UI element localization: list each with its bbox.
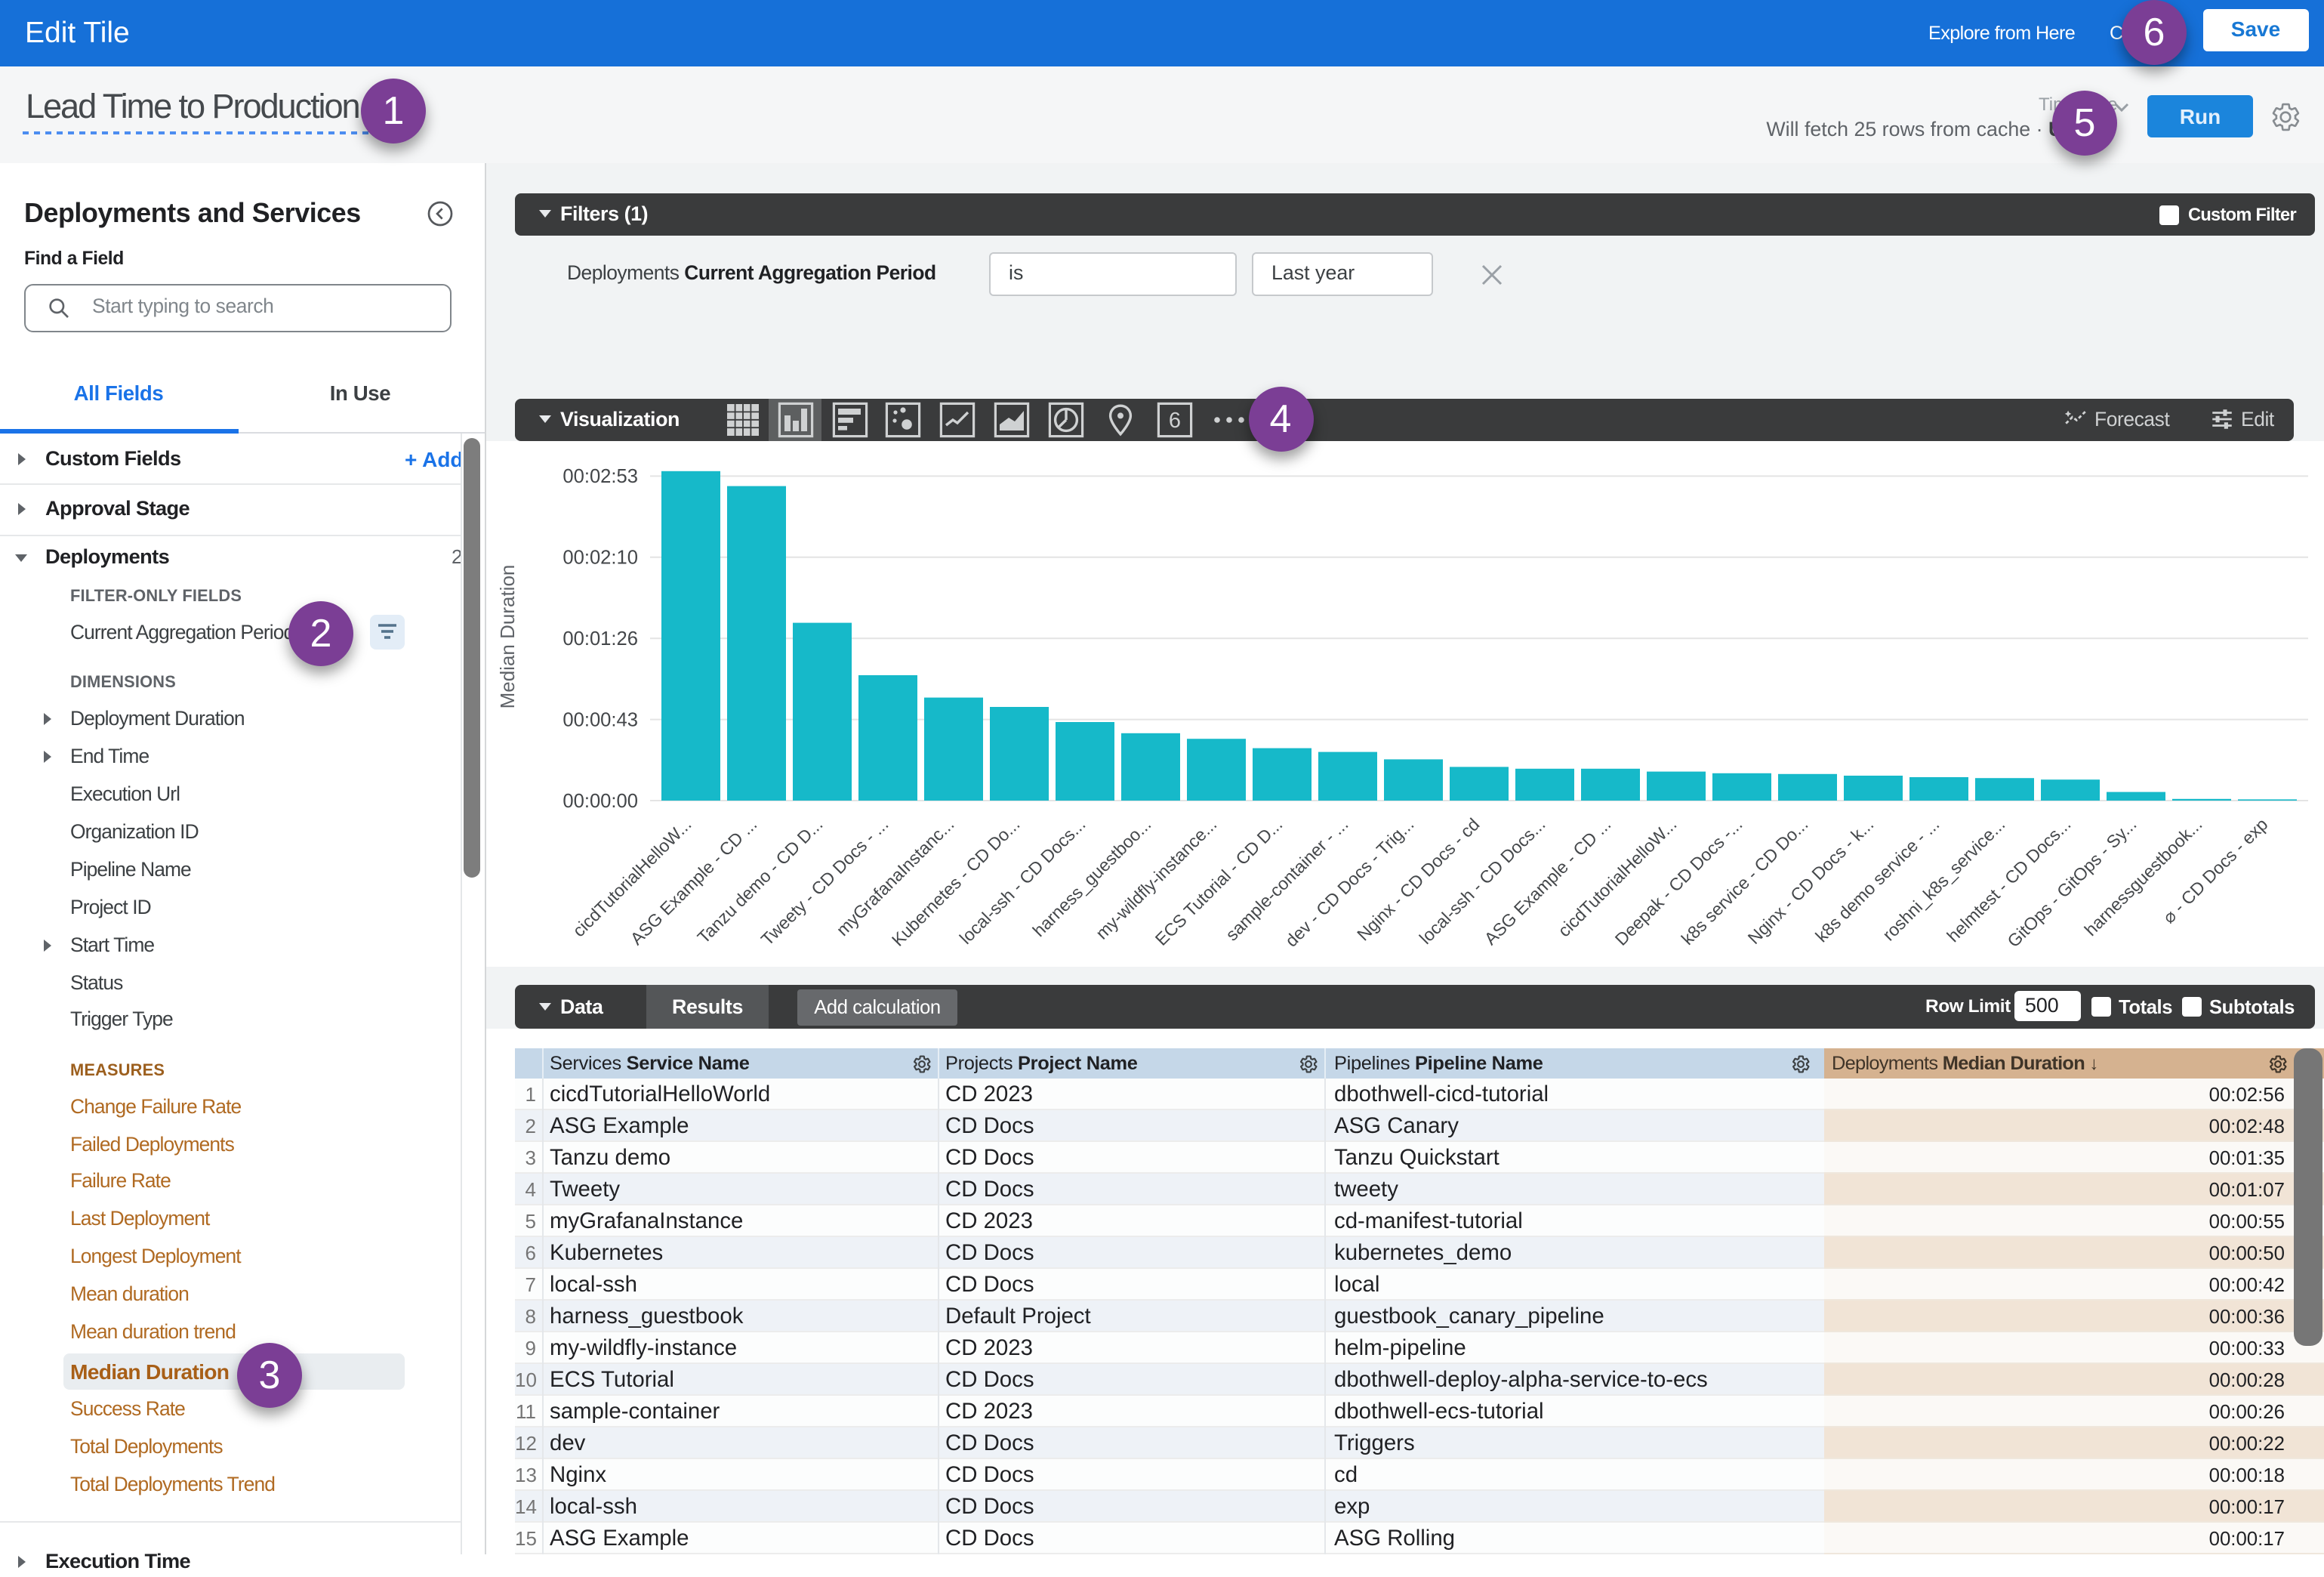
svg-text:harness_guestboo...: harness_guestboo... [1028,814,1154,940]
svg-text:Nginx - CD Docs - k...: Nginx - CD Docs - k... [1743,814,1877,948]
svg-text:local-ssh - CD Docs...: local-ssh - CD Docs... [1415,814,1549,948]
svg-text:cicdTutorialHelloW...: cicdTutorialHelloW... [1553,814,1679,940]
svg-text:Median Duration: Median Duration [495,565,518,709]
svg-text:sample-container - ...: sample-container - ... [1221,814,1351,944]
svg-text:my-wildfly-instance...: my-wildfly-instance... [1091,814,1220,943]
svg-text:00:02:53: 00:02:53 [562,466,637,487]
svg-text:myGrafanaInstanc...: myGrafanaInstanc... [832,814,957,940]
svg-text:ASG Example - CD ...: ASG Example - CD ... [1480,814,1614,949]
svg-text:00:00:43: 00:00:43 [562,709,637,730]
svg-text:ECS Tutorial - CD D...: ECS Tutorial - CD D... [1151,814,1286,949]
svg-text:harnessguestbook...: harnessguestbook... [2079,814,2205,940]
svg-text:helmtest - CD Docs...: helmtest - CD Docs... [1942,814,2073,946]
svg-text:local-ssh - CD Docs...: local-ssh - CD Docs... [955,814,1089,948]
svg-text:Nginx - CD Docs - cd: Nginx - CD Docs - cd [1352,814,1482,944]
svg-text:00:01:26: 00:01:26 [562,628,637,650]
svg-text:6: 6 [1169,408,1181,432]
svg-text:Deepak - CD Docs -...: Deepak - CD Docs -... [1610,814,1746,949]
svg-text:Tanzu demo - CD D...: Tanzu demo - CD D... [693,814,826,947]
svg-text:k8s demo service - ...: k8s demo service - ... [1811,814,1942,946]
svg-text:Kubernetes - CD Do...: Kubernetes - CD Do... [887,814,1023,950]
svg-text:00:02:10: 00:02:10 [562,548,637,569]
svg-text:00:00:00: 00:00:00 [562,791,637,812]
svg-text:k8s service - CD Do...: k8s service - CD Do... [1677,814,1811,949]
svg-text:dev - CD Docs - Trig...: dev - CD Docs - Trig... [1281,814,1417,951]
svg-text:ASG Example - CD ...: ASG Example - CD ... [626,814,760,949]
svg-text:cicdTutorialHelloW...: cicdTutorialHelloW... [568,814,694,940]
svg-text:roshni_k8s_service...: roshni_k8s_service... [1878,814,2008,944]
svg-text:GitOps - GitOps - Sy...: GitOps - GitOps - Sy... [2002,814,2139,951]
svg-text:Tweety - CD Docs - ...: Tweety - CD Docs - ... [757,814,892,949]
